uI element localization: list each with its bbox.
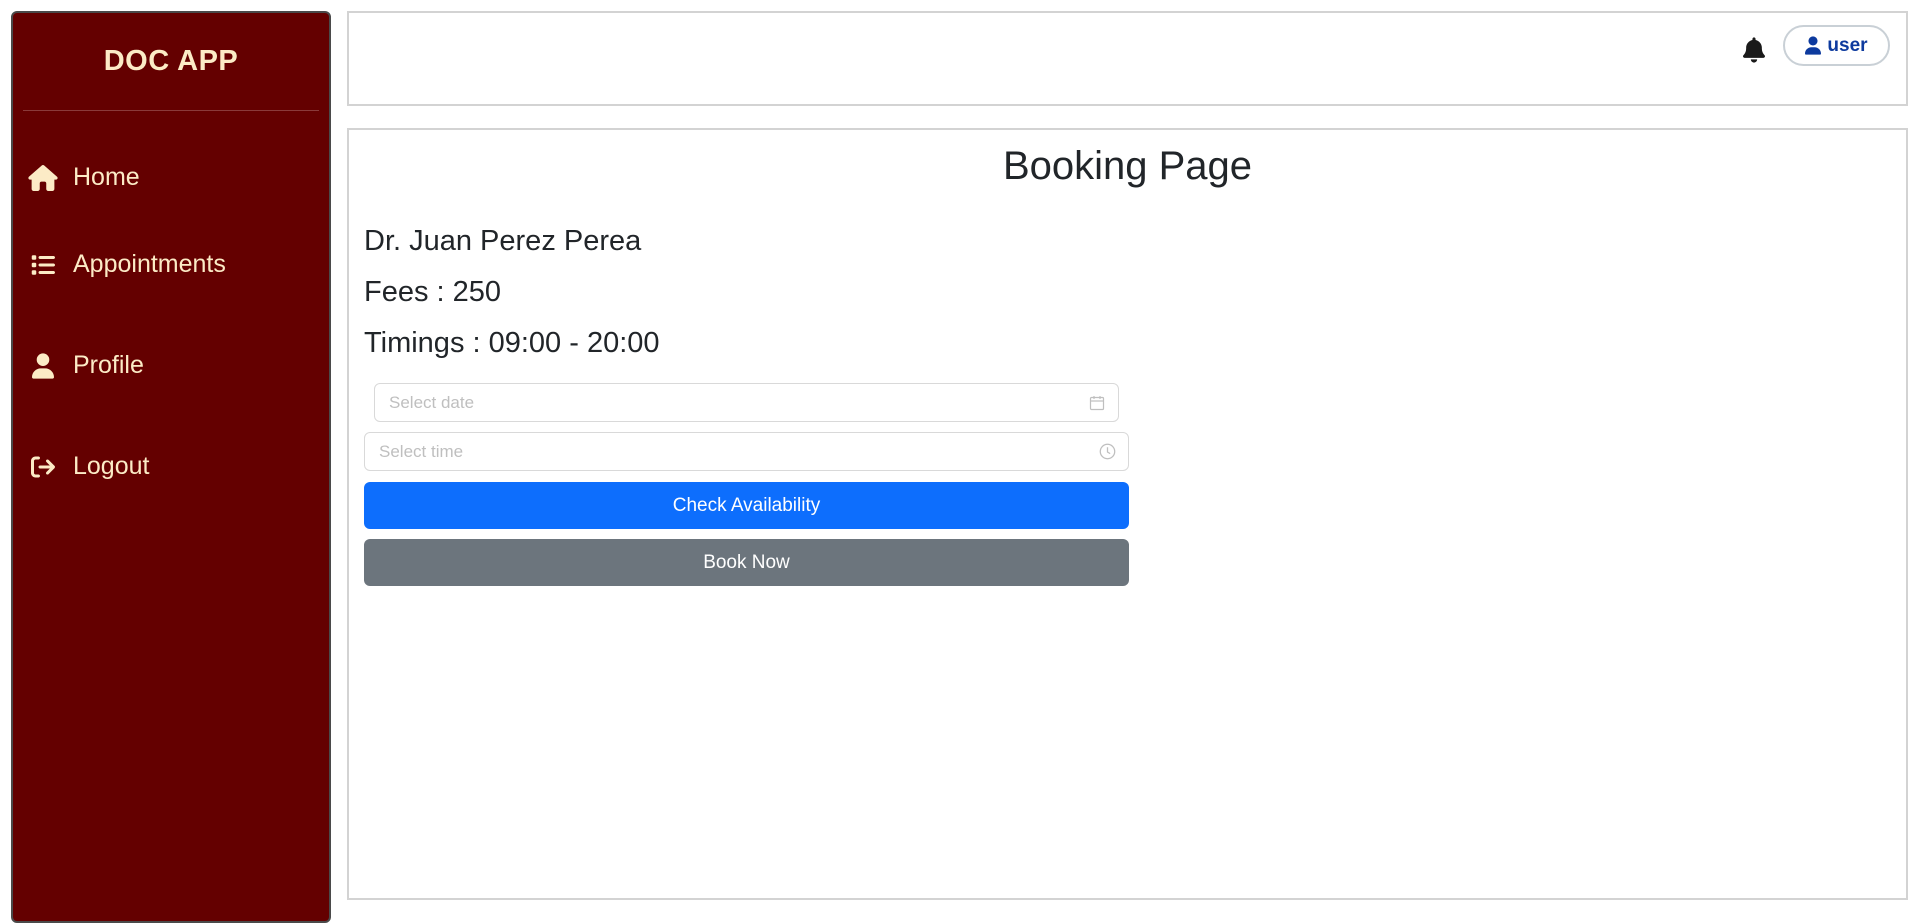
app-logo: DOC APP xyxy=(103,45,239,77)
user-icon xyxy=(1805,36,1822,55)
doctor-timings: Timings : 09:00 - 20:00 xyxy=(364,327,660,359)
user-icon xyxy=(27,350,59,382)
doctor-fees: Fees : 250 xyxy=(364,276,502,308)
bell-icon[interactable] xyxy=(1740,34,1768,66)
booking-panel: Booking Page Dr. Juan Perez Perea Fees :… xyxy=(347,128,1908,900)
sidebar-item-label: Home xyxy=(73,163,140,191)
clock-icon xyxy=(1098,443,1116,461)
top-header: user xyxy=(347,11,1908,106)
check-availability-button[interactable]: Check Availability xyxy=(364,482,1129,529)
sign-out-icon xyxy=(27,451,59,483)
logo-divider xyxy=(23,110,319,111)
sidebar-menu: Home Appointments Profile Logout xyxy=(13,141,329,517)
sidebar-item-logout[interactable]: Logout xyxy=(13,416,329,517)
user-label: user xyxy=(1827,34,1868,56)
sidebar-item-label: Profile xyxy=(73,351,144,379)
calendar-icon xyxy=(1088,394,1106,412)
doctor-name: Dr. Juan Perez Perea xyxy=(364,225,642,257)
date-picker[interactable] xyxy=(374,383,1119,422)
date-input[interactable] xyxy=(389,392,1088,413)
sidebar-item-home[interactable]: Home xyxy=(13,141,329,214)
book-now-button[interactable]: Book Now xyxy=(364,539,1129,586)
page-title: Booking Page xyxy=(1002,144,1253,188)
user-menu-button[interactable]: user xyxy=(1783,25,1890,66)
list-icon xyxy=(27,249,59,281)
sidebar-item-label: Logout xyxy=(73,452,150,480)
doctor-info: Dr. Juan Perez Perea Fees : 250 Timings … xyxy=(364,216,660,369)
sidebar: DOC APP Home Appointments Profile Logout xyxy=(11,11,331,923)
sidebar-item-label: Appointments xyxy=(73,250,226,278)
time-picker[interactable] xyxy=(364,432,1129,471)
time-input[interactable] xyxy=(379,441,1098,462)
home-icon xyxy=(27,162,59,194)
sidebar-item-appointments[interactable]: Appointments xyxy=(13,214,329,315)
sidebar-item-profile[interactable]: Profile xyxy=(13,315,329,416)
